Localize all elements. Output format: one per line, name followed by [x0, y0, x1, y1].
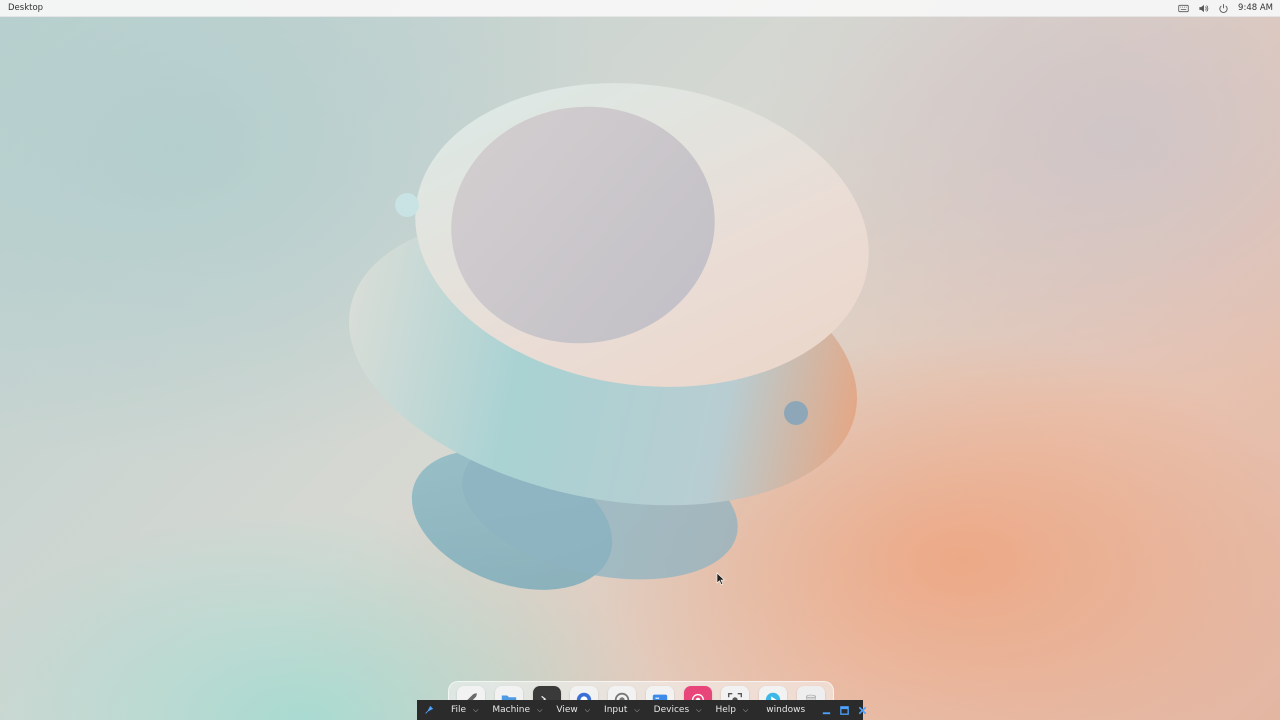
mouse-cursor-icon — [716, 572, 726, 586]
wallpaper-art — [349, 83, 869, 590]
chevron-down-icon: ⌵ — [696, 705, 702, 714]
minimize-icon[interactable] — [821, 704, 832, 716]
pin-icon[interactable] — [423, 703, 435, 717]
chevron-down-icon: ⌵ — [634, 705, 640, 714]
chevron-down-icon: ⌵ — [537, 705, 543, 714]
vm-menu-bar: File ⌵ Machine ⌵ View ⌵ Input ⌵ Devices ⌵ Hel… — [417, 700, 867, 720]
menu-devices[interactable]: Devices ⌵ — [654, 705, 702, 715]
top-panel: Desktop 9:48 AM — [0, 0, 1280, 17]
vm-name-label: windows — [766, 705, 806, 715]
menu-view[interactable]: View ⌵ — [556, 705, 590, 715]
clock[interactable]: 9:48 AM — [1238, 3, 1273, 13]
close-icon[interactable] — [857, 704, 868, 716]
power-icon[interactable] — [1218, 3, 1229, 14]
chevron-down-icon: ⌵ — [742, 705, 749, 714]
menu-machine[interactable]: Machine ⌵ — [492, 705, 542, 715]
menu-help[interactable]: Help ⌵ — [715, 705, 748, 715]
chevron-down-icon: ⌵ — [584, 705, 591, 714]
menu-file[interactable]: File ⌵ — [451, 705, 478, 715]
volume-icon[interactable] — [1198, 3, 1209, 14]
keyboard-icon[interactable] — [1178, 3, 1189, 14]
menu-input[interactable]: Input ⌵ — [604, 705, 640, 715]
chevron-down-icon: ⌵ — [473, 705, 479, 714]
panel-title[interactable]: Desktop — [8, 3, 43, 13]
system-tray: 9:48 AM — [1178, 3, 1273, 14]
restore-window-icon[interactable] — [839, 704, 850, 716]
